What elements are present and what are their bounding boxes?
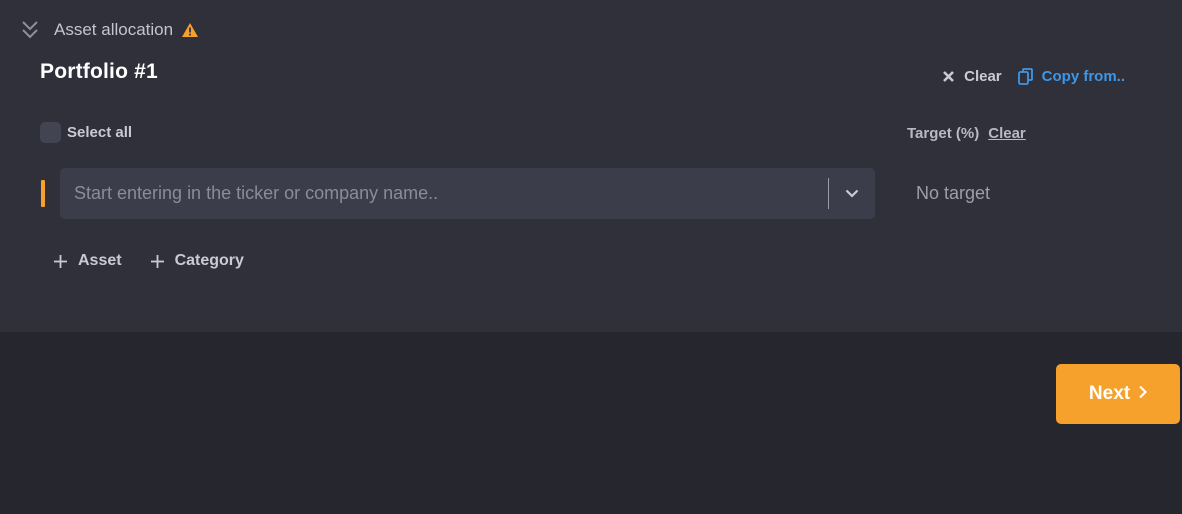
section-title: Asset allocation xyxy=(54,20,174,39)
clear-portfolio-button[interactable]: Clear xyxy=(942,68,1002,85)
add-actions: Asset Category xyxy=(53,252,244,270)
asset-allocation-panel: Asset allocation Portfolio #1 Clear Copy… xyxy=(0,0,1182,332)
next-label: Next xyxy=(1088,383,1131,404)
row-status-marker xyxy=(41,180,45,207)
ticker-input[interactable] xyxy=(60,168,828,219)
clear-label: Clear xyxy=(964,67,1002,85)
section-header[interactable]: Asset allocation xyxy=(20,17,199,43)
add-asset-button[interactable]: Asset xyxy=(53,252,122,270)
target-header-label: Target (%) xyxy=(907,125,980,142)
ticker-dropdown-button[interactable] xyxy=(829,168,875,219)
copy-icon xyxy=(1017,67,1033,85)
select-all-label: Select all xyxy=(67,124,133,141)
add-category-label: Category xyxy=(174,252,244,269)
copy-from-label: Copy from.. xyxy=(1041,67,1125,85)
plus-icon xyxy=(150,254,165,269)
double-chevron-down-icon[interactable] xyxy=(20,19,40,41)
portfolio-actions: Clear Copy from.. xyxy=(942,64,1125,88)
select-all-checkbox[interactable] xyxy=(40,122,61,143)
next-button[interactable]: Next xyxy=(1056,364,1180,424)
target-column-header: Target (%) Clear xyxy=(907,125,1026,142)
chevron-down-icon xyxy=(845,185,859,203)
chevron-right-icon xyxy=(1138,383,1148,405)
add-category-button[interactable]: Category xyxy=(150,252,244,270)
clear-targets-link[interactable]: Clear xyxy=(988,125,1026,142)
warning-icon xyxy=(182,22,199,38)
ticker-search-field[interactable] xyxy=(60,168,875,219)
portfolio-title: Portfolio #1 xyxy=(40,60,158,83)
add-asset-label: Asset xyxy=(78,252,122,269)
target-value: No target xyxy=(916,183,991,203)
select-all-control[interactable]: Select all xyxy=(40,122,132,143)
close-icon xyxy=(942,70,955,83)
plus-icon xyxy=(53,254,68,269)
copy-from-button[interactable]: Copy from.. xyxy=(1017,67,1125,85)
